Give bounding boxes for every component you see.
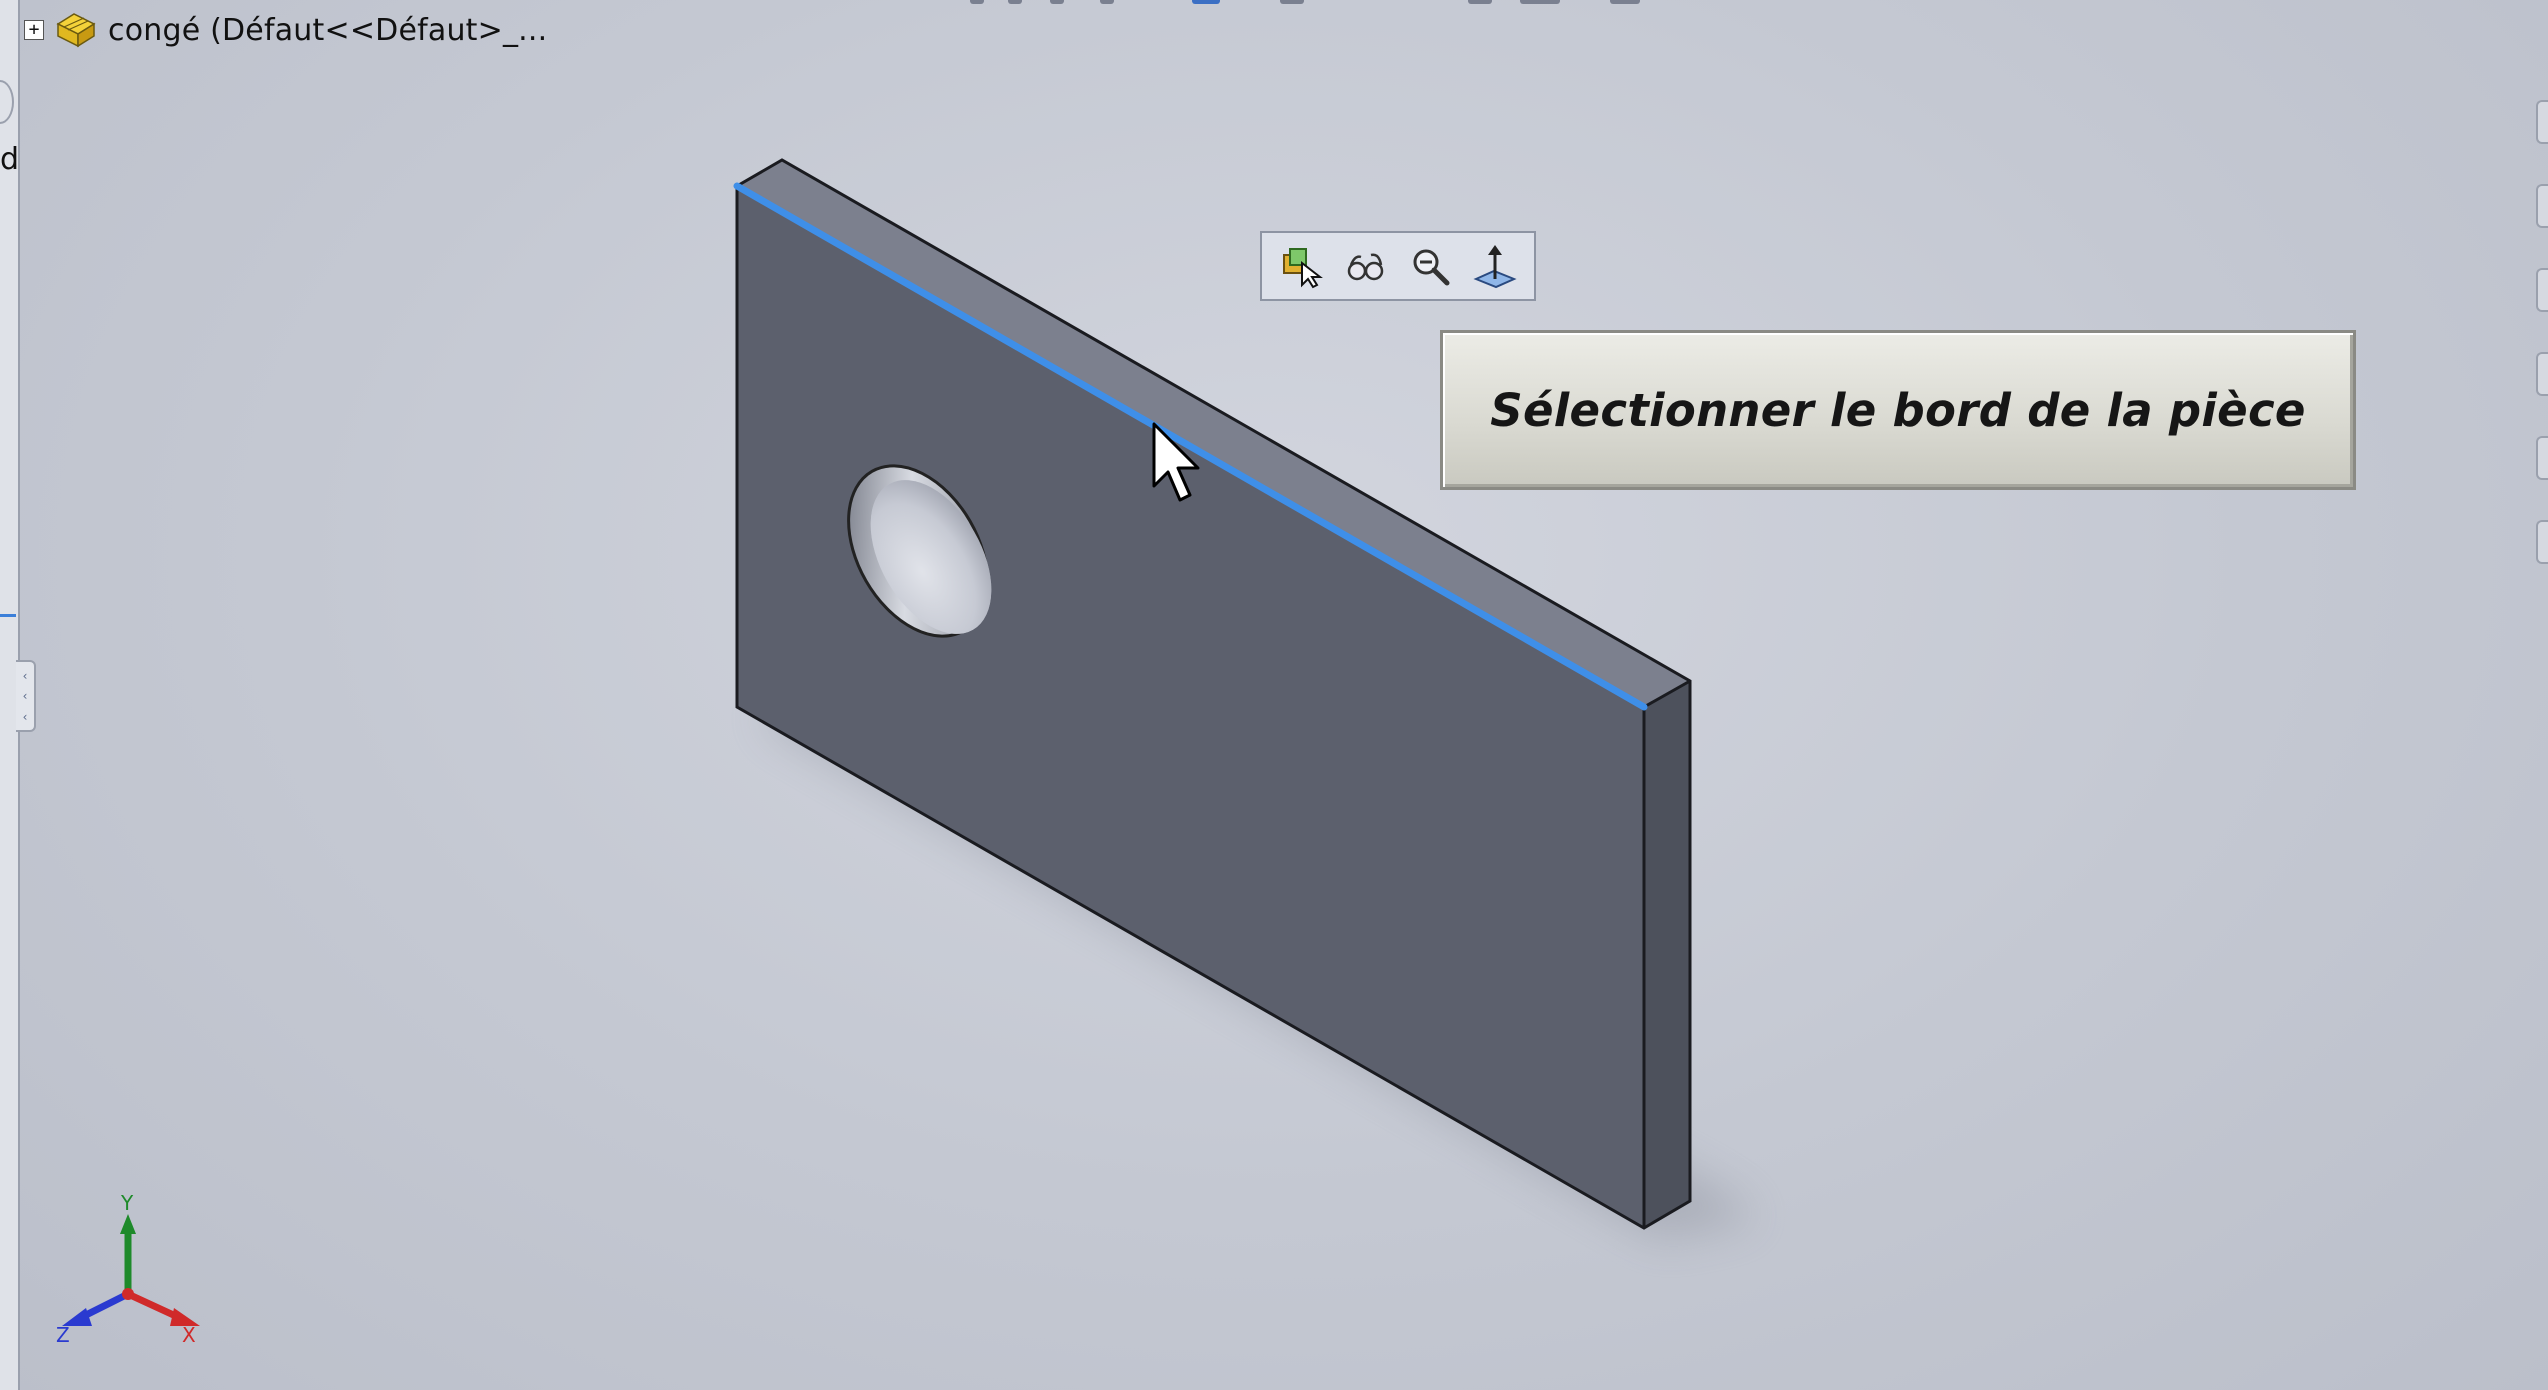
zoom-to-selection-icon [1413,249,1450,286]
context-toolbar [1260,231,1536,301]
triad-y-label: Y [120,1191,134,1215]
part-side-face [1644,681,1690,1228]
normal-to-button[interactable] [1470,241,1520,291]
triad-x-label: X [182,1323,196,1347]
graphics-area[interactable] [0,0,2548,1390]
triad-z-label: Z [56,1323,70,1347]
triad-x-axis: X [126,1290,200,1347]
normal-to-icon [1472,245,1517,289]
zoom-to-selection-button[interactable] [1405,241,1455,291]
hide-show-button[interactable] [1341,241,1391,291]
callout-text: Sélectionner le bord de la pièce [1490,383,2306,437]
select-other-button[interactable] [1276,241,1326,291]
hide-show-icon [1347,253,1384,281]
reference-triad[interactable]: Y X Z [40,1190,220,1350]
triad-z-axis: Z [56,1290,130,1347]
selection-prompt-callout: Sélectionner le bord de la pièce [1440,330,2356,490]
mouse-cursor-icon [1152,422,1200,502]
triad-y-axis: Y [120,1191,136,1294]
select-other-icon [1283,248,1324,289]
